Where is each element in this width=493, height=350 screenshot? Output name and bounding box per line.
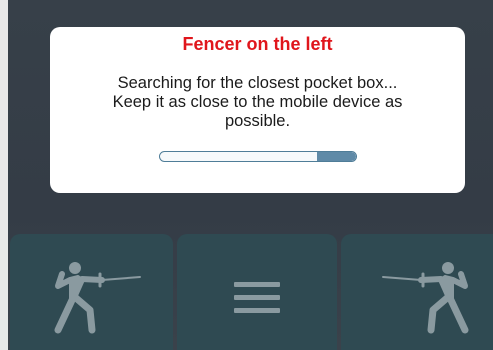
menu-icon [234,282,280,313]
search-progress-bar [159,151,357,162]
fencer-left-button[interactable] [10,234,173,350]
dialog-message-line: Keep it as close to the mobile device as [112,93,403,111]
dialog-message-line: Searching for the closest pocket box... [117,74,398,92]
dialog-title: Fencer on the left [182,34,333,54]
dialog-message: Searching for the closest pocket box... … [70,74,445,131]
pairing-dialog: Fencer on the left Searching for the clo… [50,27,465,193]
dialog-message-line: possible. [224,112,291,130]
progress-fill [316,152,356,161]
menu-button[interactable] [177,234,337,350]
screen-edge [0,0,8,350]
fencer-left-icon [54,262,141,334]
fencer-right-button[interactable] [341,234,493,350]
fencer-right-icon [382,262,469,334]
